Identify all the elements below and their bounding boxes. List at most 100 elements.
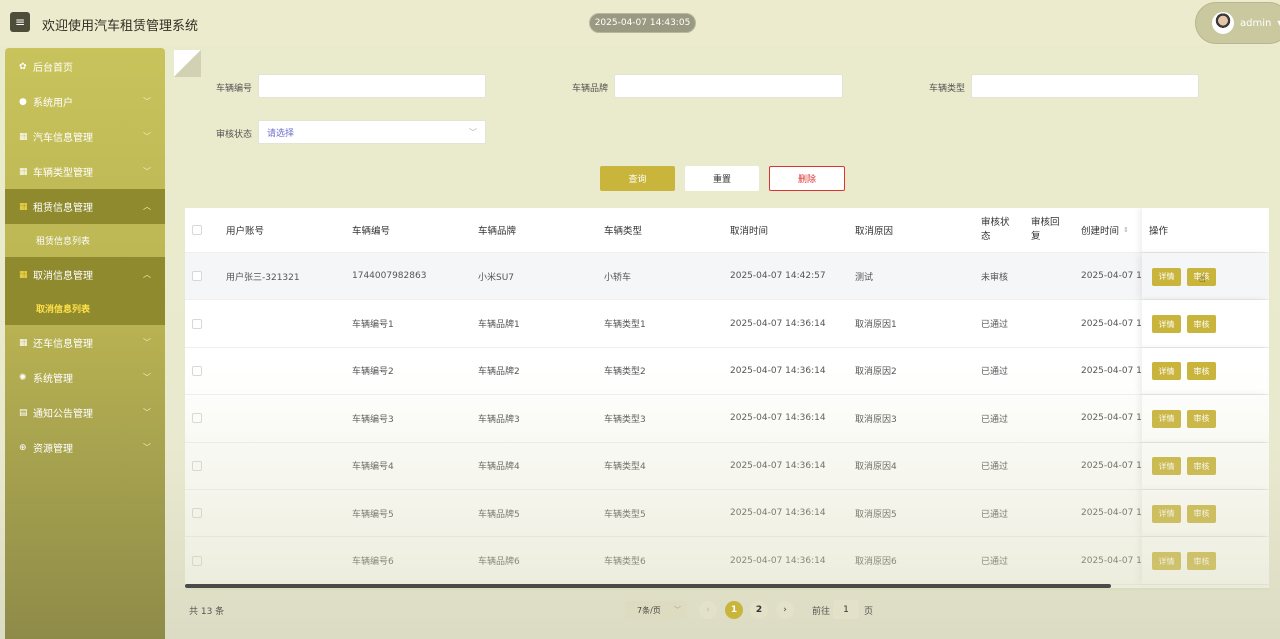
table-cell: 2025-04-07 14 bbox=[1081, 318, 1148, 329]
chevron-down-icon: ﹀ bbox=[143, 443, 151, 452]
user-name: admin bbox=[1240, 17, 1272, 29]
review-button[interactable]: 审核 bbox=[1187, 409, 1216, 428]
table-row[interactable]: 车辆编号1 车辆品牌1 车辆类型1 2025-04-07 14:36:14 取消原因1 已… bbox=[185, 300, 1269, 348]
table-cell: 测试 bbox=[855, 272, 874, 283]
table-row[interactable]: 车辆编号5 车辆品牌5 车辆类型5 2025-04-07 14:36:14 取消原因5 已… bbox=[185, 490, 1269, 538]
table-cell: 车辆类型4 bbox=[604, 462, 646, 473]
sidebar-item-car-info[interactable]: ▦ 汽车信息管理 ﹀ bbox=[5, 119, 165, 154]
table-row[interactable]: 用户张三-321321 1744007982863 小米SU7 小轿车 2025-04-… bbox=[185, 253, 1269, 301]
detail-button[interactable]: 详情 bbox=[1152, 267, 1181, 286]
sidebar-item-system-manage[interactable]: ✺ 系统管理 ﹀ bbox=[5, 360, 165, 395]
detail-button[interactable]: 详情 bbox=[1152, 315, 1181, 334]
sidebar-item-resource[interactable]: ⊕ 资源管理 ﹀ bbox=[5, 430, 165, 465]
table-row[interactable]: 车辆编号3 车辆品牌3 车辆类型3 2025-04-07 14:36:14 取消原因3 已… bbox=[185, 395, 1269, 443]
sidebar-item-system-users[interactable]: ● 系统用户 ﹀ bbox=[5, 84, 165, 119]
table-cell: 2025-04-07 14 bbox=[1081, 271, 1148, 282]
detail-button[interactable]: 详情 bbox=[1152, 409, 1181, 428]
sidebar-item-label: 租赁信息管理 bbox=[33, 203, 93, 214]
col-header: 操作 bbox=[1149, 226, 1169, 237]
table-cell: 车辆品牌2 bbox=[478, 367, 520, 378]
detail-button[interactable]: 详情 bbox=[1152, 457, 1181, 476]
table-cell: 车辆类型5 bbox=[604, 509, 646, 520]
review-button[interactable]: 审核 bbox=[1187, 457, 1216, 476]
avatar bbox=[1212, 12, 1234, 34]
hamburger-icon[interactable]: ≡ bbox=[10, 12, 30, 32]
col-header: 审核状态 bbox=[981, 217, 1010, 242]
table-row[interactable]: 车辆编号2 车辆品牌2 车辆类型2 2025-04-07 14:36:14 取消原因2 已… bbox=[185, 347, 1269, 396]
vehicle-no-label: 车辆编号 bbox=[216, 84, 253, 94]
brand-input[interactable] bbox=[614, 74, 843, 98]
sidebar-item-label: 取消信息管理 bbox=[33, 271, 93, 282]
chevron-down-icon: ﹀ bbox=[143, 338, 151, 347]
select-all-checkbox[interactable] bbox=[192, 225, 202, 235]
page-number[interactable]: 1 bbox=[725, 601, 743, 619]
sidebar-item-notice[interactable]: ▤ 通知公告管理 ﹀ bbox=[5, 395, 165, 430]
next-page-button[interactable]: › bbox=[776, 601, 794, 619]
row-checkbox[interactable] bbox=[192, 365, 202, 376]
query-button[interactable]: 查询 bbox=[600, 166, 675, 191]
sidebar-item-rental-info[interactable]: ▦ 租赁信息管理 ︿ bbox=[5, 189, 165, 224]
row-actions: 详情 审核 bbox=[1142, 490, 1269, 537]
prev-page-button[interactable]: ‹ bbox=[699, 601, 717, 619]
row-checkbox[interactable] bbox=[192, 413, 202, 424]
table-cell: 车辆编号3 bbox=[352, 414, 394, 425]
chevron-down-icon: ﹀ bbox=[143, 167, 151, 176]
table-row[interactable]: 车辆编号6 车辆品牌6 车辆类型6 2025-04-07 14:36:14 取消原因6 已… bbox=[185, 537, 1269, 585]
chevron-down-icon: ﹀ bbox=[143, 408, 151, 417]
table-cell: 未审核 bbox=[981, 272, 1009, 283]
table-cell: 车辆品牌4 bbox=[478, 462, 520, 473]
sidebar: ✿ 后台首页 ● 系统用户 ﹀ ▦ 汽车信息管理 ﹀ ▦ 车辆类型管理 ﹀ ▦ … bbox=[5, 48, 165, 639]
table-cell: 已通过 bbox=[981, 367, 1009, 378]
col-header: 车辆品牌 bbox=[478, 226, 517, 237]
table-row[interactable]: 车辆编号4 车辆品牌4 车辆类型4 2025-04-07 14:36:14 取消原因4 已… bbox=[185, 442, 1269, 490]
type-input[interactable] bbox=[971, 74, 1199, 98]
main-content: 车辆编号 车辆品牌 车辆类型 审核状态 请选择 ﹀ 查询 重置 删除 用户账号 … bbox=[174, 50, 1280, 639]
horizontal-scrollbar[interactable] bbox=[185, 584, 1111, 588]
review-button[interactable]: 审核 bbox=[1187, 504, 1216, 523]
page-size-value: 7条/页 bbox=[637, 605, 661, 615]
sidebar-item-home[interactable]: ✿ 后台首页 bbox=[5, 49, 165, 84]
page-size-select[interactable]: 7条/页 ﹀ bbox=[625, 601, 687, 619]
row-checkbox[interactable] bbox=[192, 318, 202, 329]
goto-label: 前往 bbox=[812, 607, 831, 617]
sidebar-item-label: 通知公告管理 bbox=[33, 409, 93, 420]
table-cell: 小米SU7 bbox=[478, 272, 515, 283]
row-checkbox[interactable] bbox=[192, 271, 202, 282]
goto-page-input[interactable]: 1 bbox=[833, 600, 859, 619]
table-cell: 车辆类型2 bbox=[604, 367, 646, 378]
status-select[interactable]: 请选择 ﹀ bbox=[258, 120, 486, 144]
table-cell: 取消原因3 bbox=[855, 414, 897, 425]
row-checkbox[interactable] bbox=[192, 460, 202, 471]
page-number[interactable]: 2 bbox=[750, 601, 768, 619]
review-button[interactable]: 审核 bbox=[1187, 362, 1216, 381]
detail-button[interactable]: 详情 bbox=[1152, 362, 1181, 381]
grid-icon: ▦ bbox=[19, 337, 28, 348]
col-header: 取消原因 bbox=[855, 226, 894, 237]
sidebar-item-label: 车辆类型管理 bbox=[33, 168, 93, 179]
mouse-cursor-icon: ☝ bbox=[1199, 272, 1206, 285]
vehicle-no-input[interactable] bbox=[258, 74, 486, 98]
detail-button[interactable]: 详情 bbox=[1152, 504, 1181, 523]
table-cell: 2025-04-07 14 bbox=[1081, 555, 1148, 566]
chevron-down-icon: ﹀ bbox=[143, 132, 151, 141]
delete-button[interactable]: 删除 bbox=[769, 166, 845, 191]
reset-button[interactable]: 重置 bbox=[685, 166, 759, 191]
chevron-down-icon: ﹀ bbox=[143, 373, 151, 382]
sidebar-subitem-cancel-list[interactable]: 取消信息列表 bbox=[5, 292, 165, 325]
sidebar-subitem-rental-list[interactable]: 租赁信息列表 bbox=[5, 224, 165, 257]
user-menu[interactable]: admin ▾ bbox=[1195, 2, 1280, 44]
sidebar-item-return-info[interactable]: ▦ 还车信息管理 ﹀ bbox=[5, 325, 165, 360]
col-header-created[interactable]: 创建时间 ⇕ bbox=[1081, 208, 1129, 252]
chevron-up-icon: ︿ bbox=[143, 270, 151, 279]
sidebar-item-vehicle-type[interactable]: ▦ 车辆类型管理 ﹀ bbox=[5, 154, 165, 189]
row-checkbox[interactable] bbox=[192, 508, 202, 519]
chevron-up-icon: ︿ bbox=[143, 202, 151, 211]
table-cell: 已通过 bbox=[981, 509, 1009, 520]
review-button[interactable]: 审核 bbox=[1187, 315, 1216, 334]
sidebar-item-cancel-info[interactable]: ▦ 取消信息管理 ︿ bbox=[5, 257, 165, 292]
review-button[interactable]: 审核 bbox=[1187, 552, 1216, 571]
row-checkbox[interactable] bbox=[192, 555, 202, 566]
grid-icon: ▦ bbox=[19, 269, 28, 280]
table-cell: 车辆编号4 bbox=[352, 462, 394, 473]
detail-button[interactable]: 详情 bbox=[1152, 552, 1181, 571]
